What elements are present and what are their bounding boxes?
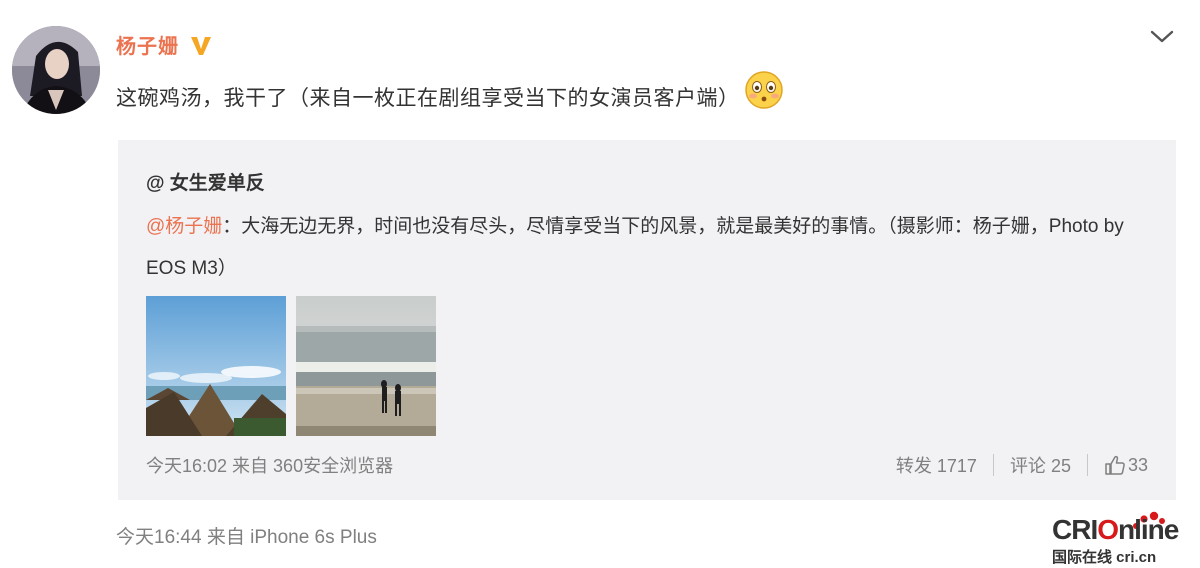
original-author[interactable]: @ 女生爱单反 (146, 168, 265, 195)
comment-button[interactable]: 评论 25 (1010, 452, 1071, 478)
thumbs-up-icon (1105, 455, 1125, 475)
forward-button[interactable]: 转发 1717 (896, 452, 977, 478)
like-count: 33 (1127, 454, 1148, 475)
like-button[interactable]: 33 (1104, 454, 1148, 476)
divider (1086, 454, 1088, 476)
mention-link[interactable]: @杨子姗 (146, 216, 222, 237)
photo-thumbnail[interactable] (146, 296, 286, 436)
post-meta[interactable]: 今天16:44 来自 iPhone 6s Plus (116, 522, 377, 549)
chevron-down-icon (1150, 30, 1174, 43)
divider (992, 454, 994, 476)
photo-thumbnail[interactable] (296, 296, 436, 436)
original-text-body: ：大海无边无界，时间也没有尽头，尽情享受当下的风景，就是最美好的事情。（摄影师：… (146, 216, 1124, 279)
blushing-face-icon (744, 71, 783, 109)
post-text: 这碗鸡汤，我干了（来自一枚正在剧组享受当下的女演员客户端） (116, 87, 740, 110)
repost-card: @ 女生爱单反 @杨子姗：大海无边无界，时间也没有尽头，尽情享受当下的风景，就是… (118, 140, 1176, 500)
original-post-meta[interactable]: 今天16:02 来自 360安全浏览器 (146, 452, 393, 478)
avatar[interactable] (12, 26, 100, 114)
cri-logo-left: CRI (1052, 514, 1098, 545)
cri-logo-subtitle: 国际在线 cri.cn (1052, 549, 1157, 566)
cri-logo: CRIOnline (1052, 514, 1179, 546)
author-name[interactable]: 杨子姗 (116, 30, 179, 59)
original-post-actions: 转发 1717 评论 25 33 (896, 452, 1148, 478)
post-menu-button[interactable] (1148, 24, 1176, 48)
author-row: 杨子姗 (116, 30, 213, 59)
cri-online-watermark: CRIOnline 国际在线 cri.cn (1052, 511, 1186, 566)
cri-logo-right: nline (1118, 514, 1179, 545)
original-text: @杨子姗：大海无边无界，时间也没有尽头，尽情享受当下的风景，就是最美好的事情。（… (146, 206, 1136, 290)
cri-logo-o: O (1097, 514, 1119, 545)
post-body: 这碗鸡汤，我干了（来自一枚正在剧组享受当下的女演员客户端） (116, 71, 784, 112)
vip-v-icon (191, 36, 211, 55)
